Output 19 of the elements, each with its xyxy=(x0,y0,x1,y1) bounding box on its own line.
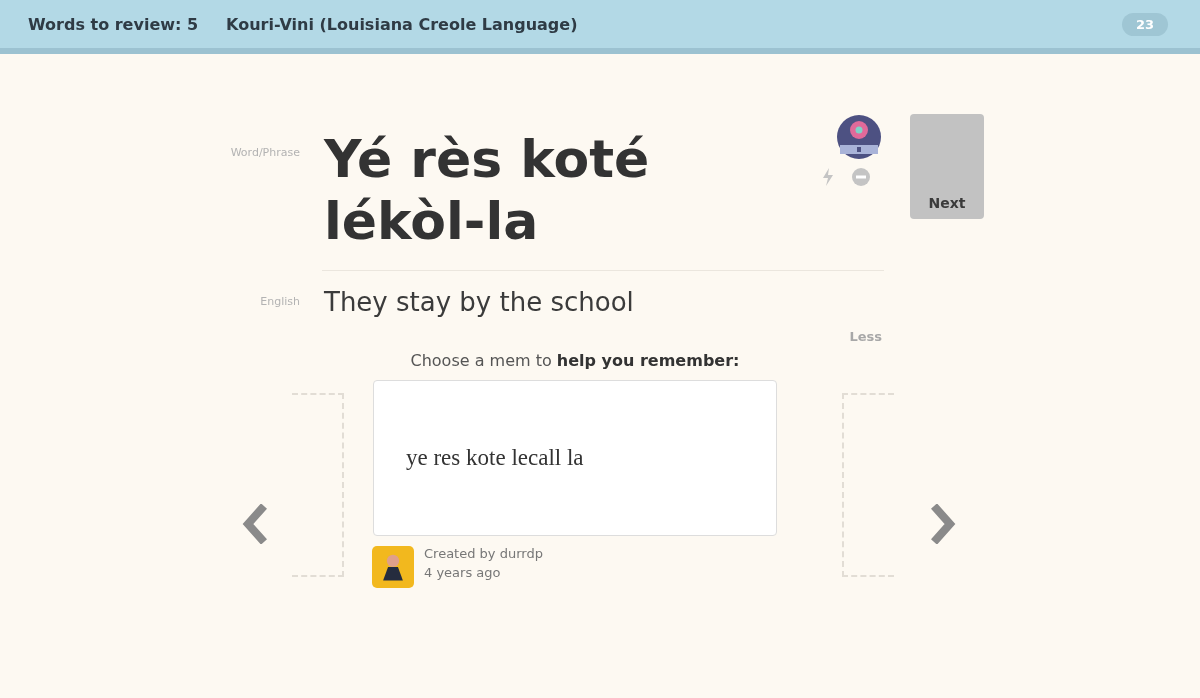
chevron-left-icon[interactable] xyxy=(240,504,270,544)
creator-name: Created by durrdp xyxy=(424,546,543,561)
review-count: Words to review: 5 xyxy=(28,14,199,34)
english-translation: They stay by the school xyxy=(324,287,634,317)
chevron-right-icon[interactable] xyxy=(928,504,958,544)
field-label: English xyxy=(259,294,300,308)
field-label: Word/Phrase xyxy=(229,145,300,159)
word-phrase: Yé rès koté lékòl-la xyxy=(324,128,651,252)
created-time: 4 years ago xyxy=(424,565,502,580)
user-avatar-icon xyxy=(372,546,414,588)
lightning-icon[interactable] xyxy=(822,168,834,186)
mem-card[interactable]: ye res kote lecall la xyxy=(373,380,777,536)
mem-text: ye res kote lecall la xyxy=(406,445,584,471)
mem-prompt: Choose a mem to help you remember: xyxy=(410,350,740,372)
points-badge: 23 xyxy=(1121,12,1168,36)
next-button[interactable]: Next xyxy=(910,114,984,219)
course-title: Kouri-Vini (Louisiana Creole Language) xyxy=(226,14,578,34)
minus-circle-icon[interactable] xyxy=(852,168,870,186)
flower-avatar-icon xyxy=(836,114,882,160)
